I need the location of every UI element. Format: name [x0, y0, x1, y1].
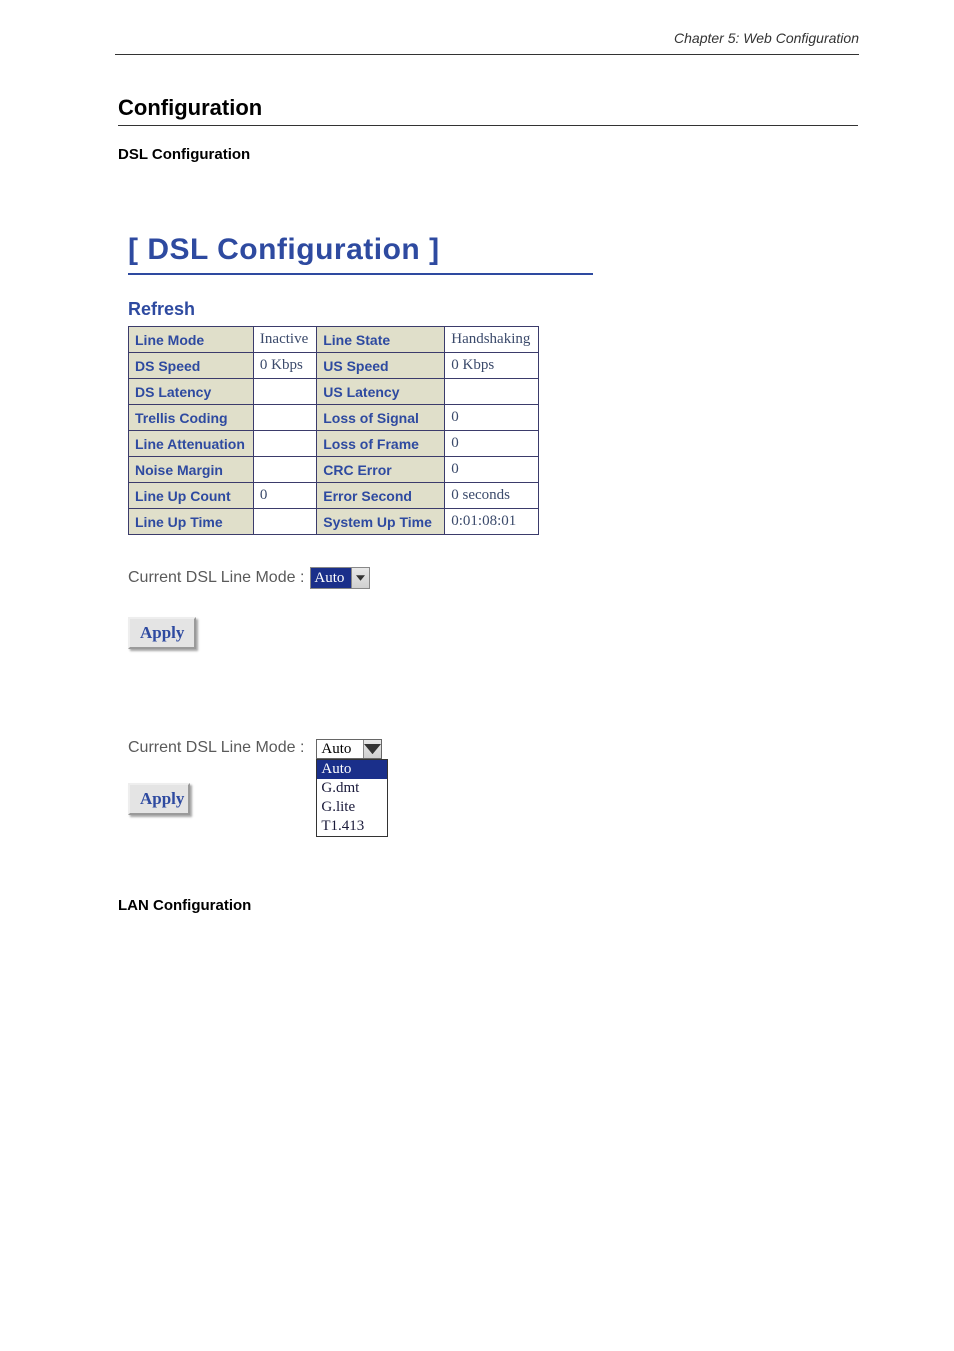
line-mode-select-open-value: Auto	[317, 740, 363, 758]
dropdown-option-glite[interactable]: G.lite	[317, 798, 387, 817]
dropdown-option-gdmt[interactable]: G.dmt	[317, 779, 387, 798]
line-up-count-label: Line Up Count	[129, 483, 254, 509]
ds-latency-value	[253, 379, 316, 405]
line-mode-select-value: Auto	[311, 568, 351, 588]
loss-of-frame-value: 0	[445, 431, 539, 457]
line-state-label: Line State	[317, 327, 445, 353]
line-state-value: Handshaking	[445, 327, 539, 353]
dropdown-option-auto[interactable]: Auto	[317, 760, 387, 779]
system-up-time-value: 0:01:08:01	[445, 509, 539, 535]
line-mode-caption: Current DSL Line Mode :	[128, 569, 304, 587]
line-mode-row: Current DSL Line Mode : Auto	[128, 567, 954, 589]
line-attenuation-label: Line Attenuation	[129, 431, 254, 457]
line-attenuation-value	[253, 431, 316, 457]
us-latency-label: US Latency	[317, 379, 445, 405]
line-mode-open-block: Current DSL Line Mode : Apply Auto Auto …	[128, 739, 954, 837]
table-row: Line Mode Inactive Line State Handshakin…	[129, 327, 539, 353]
us-speed-label: US Speed	[317, 353, 445, 379]
lan-config-heading: LAN Configuration	[118, 897, 954, 914]
crc-error-label: CRC Error	[317, 457, 445, 483]
us-latency-value	[445, 379, 539, 405]
chapter-header: Chapter 5: Web Configuration	[0, 0, 954, 54]
line-mode-value: Inactive	[253, 327, 316, 353]
dsl-config-panel: [ DSL Configuration ] Refresh Line Mode …	[128, 233, 954, 837]
dropdown-option-t1413[interactable]: T1.413	[317, 817, 387, 836]
error-second-label: Error Second	[317, 483, 445, 509]
system-up-time-label: System Up Time	[317, 509, 445, 535]
table-row: Trellis Coding Loss of Signal 0	[129, 405, 539, 431]
noise-margin-label: Noise Margin	[129, 457, 254, 483]
trellis-coding-value	[253, 405, 316, 431]
dsl-status-table: Line Mode Inactive Line State Handshakin…	[128, 326, 539, 535]
chevron-down-icon	[351, 568, 369, 588]
loss-of-signal-value: 0	[445, 405, 539, 431]
table-row: Line Attenuation Loss of Frame 0	[129, 431, 539, 457]
panel-title: [ DSL Configuration ]	[128, 233, 954, 267]
table-row: DS Speed 0 Kbps US Speed 0 Kbps	[129, 353, 539, 379]
line-up-time-label: Line Up Time	[129, 509, 254, 535]
page-content: Configuration DSL Configuration [ DSL Co…	[0, 55, 954, 914]
table-row: Noise Margin CRC Error 0	[129, 457, 539, 483]
apply-button-2[interactable]: Apply	[128, 783, 190, 815]
section-divider	[118, 125, 858, 126]
error-second-value: 0 seconds	[445, 483, 539, 509]
ds-speed-value: 0 Kbps	[253, 353, 316, 379]
section-title: Configuration	[118, 95, 954, 121]
panel-divider	[128, 273, 593, 275]
dsl-config-heading: DSL Configuration	[118, 146, 954, 163]
line-mode-caption-2: Current DSL Line Mode :	[128, 739, 304, 757]
loss-of-signal-label: Loss of Signal	[317, 405, 445, 431]
chevron-down-icon	[363, 740, 381, 758]
line-up-time-value	[253, 509, 316, 535]
line-mode-label: Line Mode	[129, 327, 254, 353]
ds-speed-label: DS Speed	[129, 353, 254, 379]
table-row: DS Latency US Latency	[129, 379, 539, 405]
line-mode-select[interactable]: Auto	[310, 567, 370, 589]
table-row: Line Up Time System Up Time 0:01:08:01	[129, 509, 539, 535]
loss-of-frame-label: Loss of Frame	[317, 431, 445, 457]
trellis-coding-label: Trellis Coding	[129, 405, 254, 431]
refresh-link[interactable]: Refresh	[128, 299, 954, 320]
ds-latency-label: DS Latency	[129, 379, 254, 405]
noise-margin-value	[253, 457, 316, 483]
line-mode-select-open[interactable]: Auto	[316, 739, 382, 759]
crc-error-value: 0	[445, 457, 539, 483]
table-row: Line Up Count 0 Error Second 0 seconds	[129, 483, 539, 509]
us-speed-value: 0 Kbps	[445, 353, 539, 379]
apply-button[interactable]: Apply	[128, 617, 196, 649]
line-up-count-value: 0	[253, 483, 316, 509]
line-mode-dropdown-list[interactable]: Auto G.dmt G.lite T1.413	[316, 759, 388, 837]
